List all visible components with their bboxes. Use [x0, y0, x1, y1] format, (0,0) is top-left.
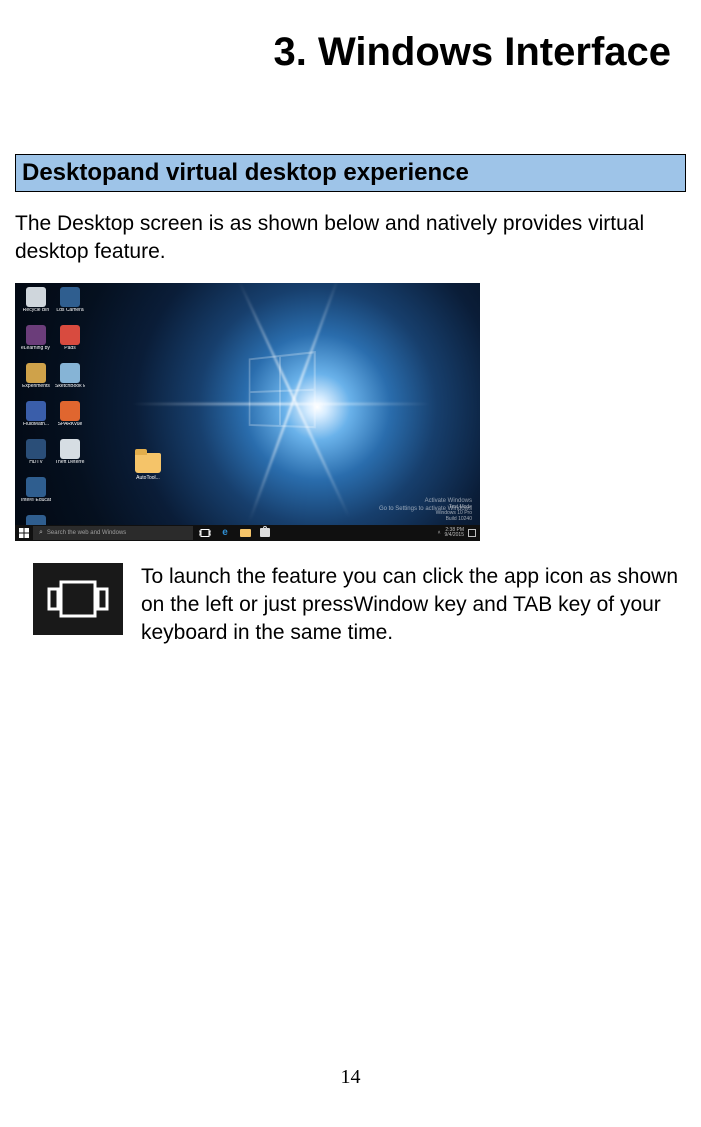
icon-label: SPARKvue — [58, 422, 83, 427]
app-icon — [60, 287, 80, 307]
desktop-icon: SketchBook Exp — [55, 363, 85, 397]
search-icon: ⌕ — [39, 529, 43, 537]
file-explorer-icon[interactable] — [239, 527, 251, 539]
taskview-info-row: To launch the feature you can click the … — [15, 563, 686, 648]
tray-chevron-icon[interactable]: ˄ — [438, 530, 441, 536]
icon-label: Pads — [64, 346, 75, 351]
icon-label: Recycle Bin — [23, 308, 49, 313]
app-icon — [26, 325, 46, 345]
taskview-instruction: To launch the feature you can click the … — [141, 563, 686, 648]
app-icon — [26, 401, 46, 421]
app-icon — [60, 401, 80, 421]
desktop-icon: Lds Camera — [55, 287, 85, 321]
desktop-icon: Pads — [55, 325, 85, 359]
icon-label: eLearning by Mythware — [21, 346, 51, 351]
tray-date: 9/4/2015 — [445, 533, 464, 538]
taskbar-pinned: e — [199, 527, 271, 539]
desktop-icon: eLearning by Mythware — [21, 325, 51, 359]
app-icon — [26, 439, 46, 459]
taskview-app-icon — [33, 563, 123, 635]
desktop-icon: Recycle Bin — [21, 287, 51, 321]
icon-label: Experiments — [22, 384, 50, 389]
build-number: Build 10240 — [436, 517, 472, 523]
app-icon — [60, 363, 80, 383]
app-icon — [60, 477, 80, 497]
section-heading: Desktopand virtual desktop experience — [15, 154, 686, 192]
icon-label: Lds Camera — [56, 308, 83, 313]
app-icon — [26, 477, 46, 497]
folder-label: AutoTool... — [136, 475, 160, 481]
page-number: 14 — [0, 1066, 701, 1089]
icon-label: Theft Deterre... — [55, 460, 85, 465]
desktop-icon: SPARKvue — [55, 401, 85, 435]
desktop-icon: Experiments — [21, 363, 51, 397]
app-icon — [26, 287, 46, 307]
store-icon[interactable] — [259, 527, 271, 539]
search-box[interactable]: ⌕ Search the web and Windows — [33, 526, 193, 540]
desktop-icon: Theft Deterre... — [55, 439, 85, 473]
taskbar: ⌕ Search the web and Windows e ˄ 2:38 PM… — [15, 525, 480, 541]
build-info: Test Mode Windows 10 Pro Build 10240 — [436, 505, 472, 522]
icon-label: HDTV — [29, 460, 43, 465]
desktop-icon: FluidMath... — [21, 401, 51, 435]
desktop-icon — [55, 477, 85, 511]
desktop-folder: AutoTool... — [135, 453, 161, 481]
icon-label: Intel® Educati... — [21, 498, 51, 503]
desktop-icon: HDTV — [21, 439, 51, 473]
desktop-screenshot: Recycle Bin Lds Camera eLearning by Mythwa… — [15, 283, 480, 541]
desktop-icon: Intel® Educati... — [21, 477, 51, 511]
folder-icon — [135, 453, 161, 473]
start-button[interactable] — [15, 525, 33, 541]
system-tray: ˄ 2:38 PM 9/4/2015 — [438, 528, 480, 538]
search-placeholder: Search the web and Windows — [47, 530, 126, 536]
windows-logo-outline — [249, 351, 316, 428]
icon-label: FluidMath... — [23, 422, 49, 427]
edge-icon[interactable]: e — [219, 527, 231, 539]
app-icon — [26, 363, 46, 383]
chapter-title: 3. Windows Interface — [15, 20, 686, 84]
desktop-icons-grid: Recycle Bin Lds Camera eLearning by Mythwa… — [21, 287, 85, 541]
app-icon — [60, 325, 80, 345]
icon-label: SketchBook Exp — [55, 384, 85, 389]
intro-paragraph: The Desktop screen is as shown below and… — [15, 210, 686, 267]
taskview-icon[interactable] — [199, 527, 211, 539]
action-center-icon[interactable] — [468, 529, 476, 537]
app-icon — [60, 439, 80, 459]
